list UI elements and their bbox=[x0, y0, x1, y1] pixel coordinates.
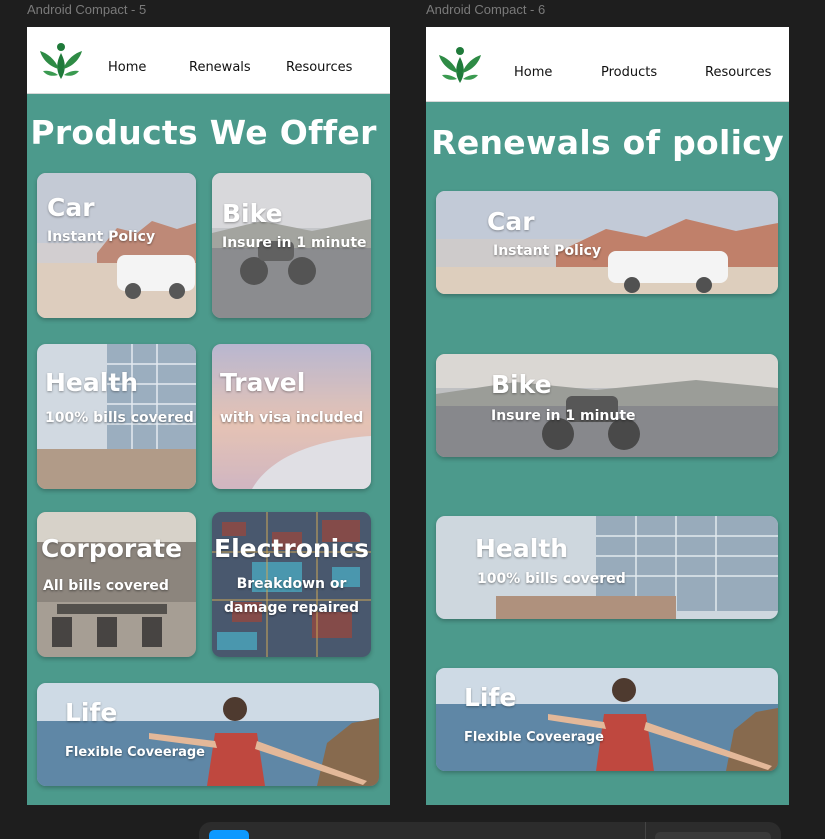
design-canvas: Android Compact - 5 Home Renewals Resour… bbox=[0, 0, 825, 839]
nav-products[interactable]: Products bbox=[601, 65, 657, 80]
renewal-card-bike[interactable]: Bike Insure in 1 minute bbox=[436, 354, 778, 457]
card-subtitle: Flexible Coveerage bbox=[464, 730, 604, 745]
logo-icon[interactable] bbox=[434, 41, 486, 89]
card-title: Life bbox=[464, 683, 517, 712]
toolbar-segmented-control[interactable] bbox=[655, 832, 771, 839]
card-title: Life bbox=[65, 698, 118, 727]
renewal-card-life[interactable]: Life Flexible Coveerage bbox=[436, 668, 778, 771]
nav-resources[interactable]: Resources bbox=[286, 60, 352, 75]
health-scene-image bbox=[436, 516, 778, 619]
product-card-car[interactable]: Car Instant Policy bbox=[37, 173, 196, 318]
card-subtitle: 100% bills covered bbox=[45, 410, 194, 426]
card-title: Car bbox=[47, 193, 95, 222]
product-card-health[interactable]: Health 100% bills covered bbox=[37, 344, 196, 489]
nav-resources[interactable]: Resources bbox=[705, 65, 771, 80]
card-title: Car bbox=[487, 207, 535, 236]
page-title: Renewals of policy bbox=[431, 123, 784, 162]
card-subtitle: 100% bills covered bbox=[477, 571, 626, 587]
nav-home[interactable]: Home bbox=[108, 60, 146, 75]
card-subtitle: Instant Policy bbox=[47, 229, 156, 245]
logo-icon[interactable] bbox=[35, 37, 87, 85]
product-card-life[interactable]: Life Flexible Coveerage bbox=[37, 683, 379, 786]
product-card-bike[interactable]: Bike Insure in 1 minute bbox=[212, 173, 371, 318]
card-subtitle: with visa included bbox=[220, 410, 364, 426]
card-title: Health bbox=[45, 368, 139, 397]
toolbar-divider bbox=[645, 822, 646, 839]
navbar: Home Products Resources bbox=[426, 27, 789, 102]
card-subtitle: Insure in 1 minute bbox=[222, 235, 367, 251]
navbar: Home Renewals Resources bbox=[27, 27, 390, 94]
bike-scene-image bbox=[436, 354, 778, 457]
card-title: Electronics bbox=[214, 534, 369, 563]
page-title: Products We Offer bbox=[30, 113, 377, 152]
renewal-card-health[interactable]: Health 100% bills covered bbox=[436, 516, 778, 619]
nav-home[interactable]: Home bbox=[514, 65, 552, 80]
nav-renewals[interactable]: Renewals bbox=[189, 60, 251, 75]
card-title: Health bbox=[475, 534, 569, 563]
card-title: Travel bbox=[220, 368, 306, 397]
product-card-electronics[interactable]: Electronics Breakdown or damage repaired bbox=[212, 512, 371, 657]
android-compact-6-frame: Home Products Resources Renewals of poli… bbox=[426, 27, 789, 805]
bottom-toolbar bbox=[199, 822, 781, 839]
product-card-travel[interactable]: Travel with visa included bbox=[212, 344, 371, 489]
card-subtitle: Instant Policy bbox=[493, 243, 602, 259]
product-card-corporate[interactable]: Corporate All bills covered bbox=[37, 512, 196, 657]
renewal-card-car[interactable]: Car Instant Policy bbox=[436, 191, 778, 294]
frame-label[interactable]: Android Compact - 5 bbox=[27, 2, 146, 17]
card-subtitle: All bills covered bbox=[43, 578, 169, 594]
card-title: Bike bbox=[222, 199, 283, 228]
android-compact-5-frame: Home Renewals Resources Products We Offe… bbox=[27, 27, 390, 805]
card-subtitle: Insure in 1 minute bbox=[491, 408, 636, 424]
card-title: Corporate bbox=[41, 534, 183, 563]
card-title: Bike bbox=[491, 370, 552, 399]
toolbar-primary-button[interactable] bbox=[209, 830, 249, 839]
card-subtitle: Flexible Coveerage bbox=[65, 745, 205, 760]
frame-label[interactable]: Android Compact - 6 bbox=[426, 2, 545, 17]
card-subtitle: Breakdown or damage repaired bbox=[224, 576, 359, 616]
